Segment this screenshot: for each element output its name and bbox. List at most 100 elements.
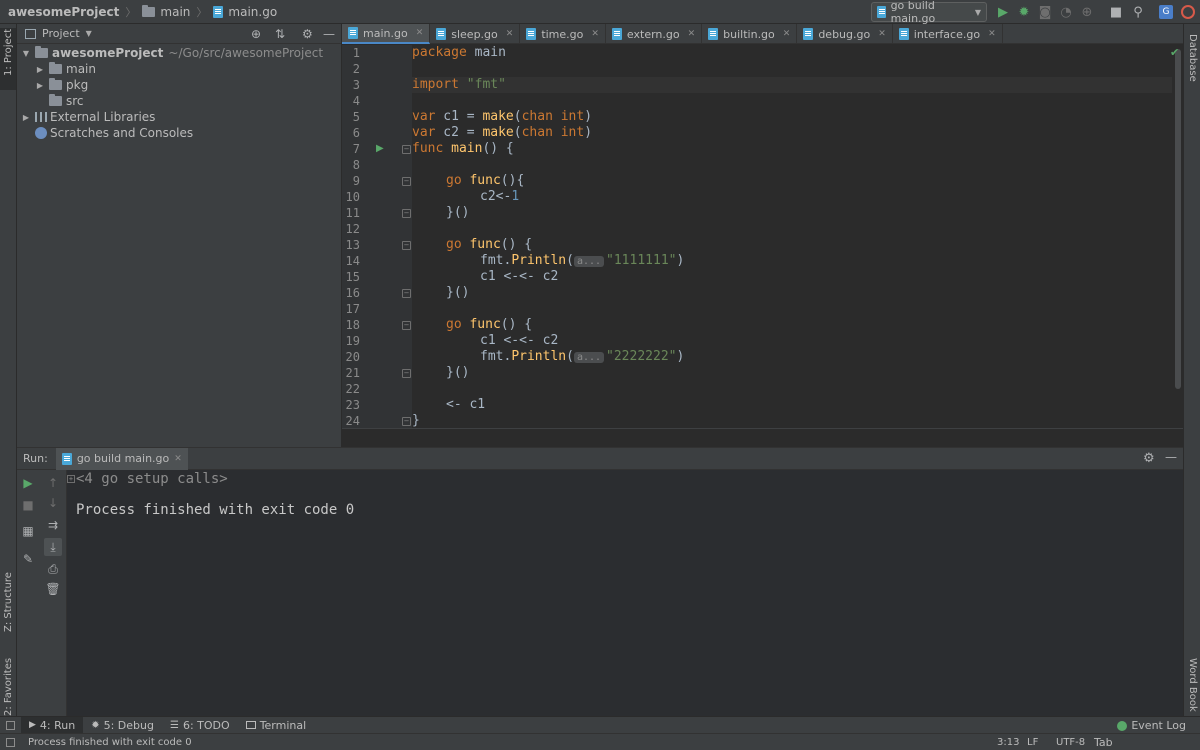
indent-selector[interactable]: Tab [1094, 734, 1113, 750]
code-token: chan [521, 125, 553, 140]
database-tool-label[interactable]: Database [1187, 34, 1198, 82]
close-icon[interactable]: ✕ [416, 28, 424, 38]
status-toggle-icon[interactable] [6, 738, 15, 747]
close-icon[interactable]: ✕ [174, 454, 182, 464]
run-configuration-selector[interactable]: go build main.go ▼ [871, 0, 987, 25]
fold-marker-icon[interactable]: − [402, 289, 411, 298]
breadcrumb-folder[interactable]: main [142, 4, 190, 19]
console-line-setup-calls[interactable]: <4 go setup calls> [76, 470, 228, 488]
translate-button[interactable]: G [1157, 3, 1175, 21]
previous-occurrence-button[interactable]: ↑ [44, 474, 62, 492]
run-tab-go-build[interactable]: go build main.go ✕ [55, 447, 188, 470]
scrollbar-thumb[interactable] [1175, 49, 1181, 389]
breadcrumb-project[interactable]: awesomeProject [8, 5, 119, 19]
tab-todo[interactable]: ☰ 6: TODO [162, 717, 238, 734]
fold-marker-icon[interactable]: − [402, 321, 411, 330]
tab-sleep-go[interactable]: sleep.go ✕ [430, 24, 521, 44]
soft-wrap-button[interactable]: ⇉ [44, 516, 62, 534]
rerun-button[interactable]: ▶ [19, 474, 37, 492]
tool-windows-quick-access-icon[interactable] [6, 720, 15, 730]
tree-item-scratches[interactable]: Scratches and Consoles [17, 125, 341, 141]
collapsed-arrow-icon[interactable]: ▶ [35, 65, 45, 74]
fold-marker-icon[interactable]: − [402, 177, 411, 186]
code-text-area[interactable]: package main import "fmt" var c1 = make(… [412, 45, 1177, 428]
editor-scrollbar[interactable] [1172, 45, 1183, 447]
favorites-tool-label[interactable]: 2: Favorites [3, 658, 14, 716]
fold-marker-icon[interactable]: − [402, 369, 411, 378]
clear-all-button[interactable]: 🗑 [44, 580, 62, 598]
profile-button[interactable]: ◔ [1057, 3, 1075, 21]
fold-marker-icon[interactable]: + [67, 475, 75, 483]
collapsed-arrow-icon[interactable]: ▶ [21, 113, 31, 122]
code-token: () { [500, 317, 533, 332]
close-icon[interactable]: ✕ [688, 29, 696, 39]
plugin-button[interactable] [1179, 3, 1197, 21]
tree-item-external-libraries[interactable]: ▶ External Libraries [17, 109, 341, 125]
debug-button[interactable]: ✹ [1015, 3, 1033, 21]
attach-button[interactable]: ⊕ [1078, 3, 1096, 21]
close-icon[interactable]: ✕ [878, 29, 886, 39]
tree-item-pkg[interactable]: ▶ pkg [17, 77, 341, 93]
tab-main-go[interactable]: main.go ✕ [342, 24, 431, 44]
chevron-down-icon[interactable]: ▼ [86, 29, 92, 38]
fold-marker-icon[interactable]: − [402, 145, 411, 154]
tab-time-go[interactable]: time.go ✕ [520, 24, 606, 44]
run-gutter-icon[interactable]: ▶ [376, 143, 384, 154]
tree-item-src[interactable]: src [17, 93, 341, 109]
status-message[interactable]: Process finished with exit code 0 [28, 737, 192, 748]
close-icon[interactable]: ✕ [506, 29, 514, 39]
collapsed-arrow-icon[interactable]: ▶ [35, 81, 45, 90]
wordbook-tool-label[interactable]: Word Book [1187, 658, 1198, 712]
encoding-selector[interactable]: UTF-8 [1056, 737, 1085, 748]
run-button[interactable]: ▶ [994, 3, 1012, 21]
code-token: (){ [500, 173, 525, 188]
close-icon[interactable]: ✕ [783, 29, 791, 39]
tree-item-main[interactable]: ▶ main [17, 61, 341, 77]
fold-marker-icon[interactable]: − [402, 417, 411, 426]
close-icon[interactable]: ✕ [591, 29, 599, 39]
gear-icon[interactable]: ⚙ [1143, 451, 1155, 466]
inspection-ok-icon[interactable]: ✔ [1170, 46, 1179, 59]
project-tool-label[interactable]: 1: Project [3, 29, 14, 76]
tab-extern-go[interactable]: extern.go ✕ [606, 24, 703, 44]
print-button[interactable]: ⎙ [44, 560, 62, 578]
close-icon[interactable]: ✕ [988, 29, 996, 39]
coverage-button[interactable]: ◙ [1036, 3, 1054, 21]
locate-file-icon[interactable]: ⊕ [251, 27, 261, 41]
hide-panel-icon[interactable]: — [323, 27, 335, 41]
fold-marker-icon[interactable]: − [402, 241, 411, 250]
tab-builtin-go[interactable]: builtin.go ✕ [702, 24, 798, 44]
arrow-down-icon: ↓ [47, 496, 59, 510]
scroll-to-end-button[interactable]: ⤓ [44, 538, 62, 556]
stop-button[interactable]: ■ [1107, 3, 1125, 21]
gear-icon[interactable]: ⚙ [302, 27, 313, 41]
collapse-all-icon[interactable]: ⇅ [275, 27, 285, 41]
tab-debug-go[interactable]: debug.go ✕ [797, 24, 893, 44]
tab-debug[interactable]: ✹ 5: Debug [83, 717, 162, 734]
project-view-selector[interactable]: Project [42, 27, 80, 40]
stop-button[interactable]: ■ [19, 496, 37, 514]
next-occurrence-button[interactable]: ↓ [44, 494, 62, 512]
pin-tab-button[interactable]: ✎ [19, 550, 37, 568]
expanded-arrow-icon[interactable]: ▼ [21, 49, 31, 58]
structure-tool-label[interactable]: Z: Structure [3, 572, 14, 632]
tab-run[interactable]: ▶ 4: Run [21, 716, 84, 734]
breadcrumb-file[interactable]: main.go [213, 5, 277, 19]
tab-terminal[interactable]: Terminal [238, 717, 315, 734]
event-log-button[interactable]: Event Log [1117, 717, 1186, 734]
tree-item-awesomeproject[interactable]: ▼ awesomeProject ~/Go/src/awesomeProject [17, 45, 341, 61]
line-number: 19 [345, 334, 360, 348]
code-token: }() [446, 285, 470, 300]
caret-position[interactable]: 3:13 [997, 737, 1019, 748]
layout-button[interactable]: ▦ [19, 522, 37, 540]
line-separator-selector[interactable]: LF [1027, 737, 1038, 748]
bug-icon: ✹ [1018, 4, 1030, 20]
tab-interface-go[interactable]: interface.go ✕ [893, 24, 1003, 44]
code-line: var c2 = make(chan int) [412, 125, 1177, 141]
fold-marker-icon[interactable]: − [402, 209, 411, 218]
hide-panel-icon[interactable]: — [1165, 450, 1177, 464]
run-console-output[interactable]: + <4 go setup calls> Process finished wi… [67, 470, 1183, 717]
line-number-gutter[interactable]: 1 2 3 4 5 6 7 8 9 10 11 12 13 14 15 16 1… [342, 45, 412, 447]
list-icon: ☰ [170, 719, 179, 731]
search-everywhere-button[interactable]: ⚲ [1129, 3, 1147, 21]
